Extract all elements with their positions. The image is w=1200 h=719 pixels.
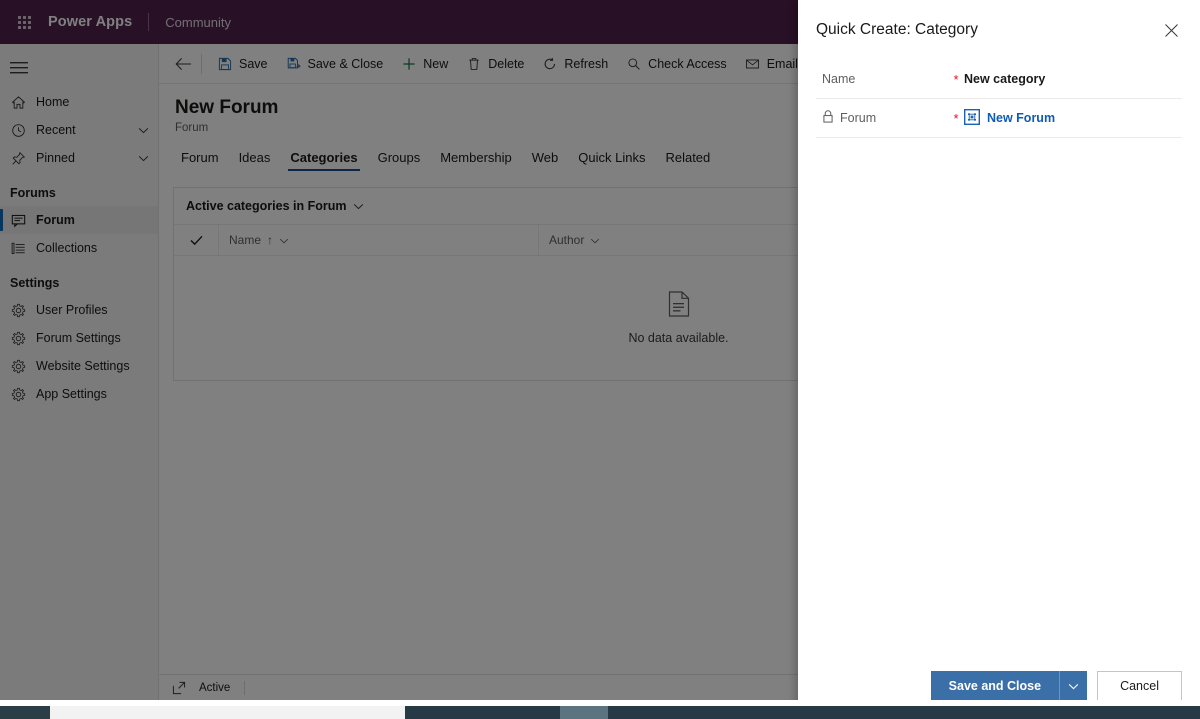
- save-options-dropdown-button[interactable]: [1059, 671, 1088, 701]
- taskbar-segment[interactable]: [0, 706, 50, 719]
- cancel-button[interactable]: Cancel: [1097, 671, 1182, 701]
- forum-entity-icon: [963, 108, 981, 128]
- required-indicator: *: [953, 71, 959, 87]
- close-icon[interactable]: [1156, 15, 1186, 45]
- forum-lookup-input[interactable]: New Forum: [963, 108, 1182, 128]
- save-and-close-split-button: Save and Close: [930, 671, 1088, 701]
- name-input[interactable]: New category: [964, 72, 1182, 86]
- quick-create-panel: Quick Create: Category Name * New catego…: [798, 0, 1200, 719]
- field-label-text: Name: [822, 72, 856, 86]
- taskbar-segment[interactable]: [608, 706, 1200, 719]
- taskbar-segment[interactable]: [560, 706, 608, 719]
- screen: Power Apps Community Home Recent Pinned …: [0, 0, 1200, 719]
- field-label-name: Name: [816, 72, 948, 86]
- field-row-forum: Forum * New Forum: [816, 99, 1182, 138]
- field-row-name: Name * New category: [816, 60, 1182, 99]
- modal-overlay[interactable]: [0, 0, 798, 700]
- quick-create-header: Quick Create: Category: [798, 0, 1200, 60]
- taskbar: [0, 700, 1200, 719]
- quick-create-fields: Name * New category Forum * New Forum: [798, 60, 1200, 671]
- lock-icon: [822, 110, 834, 126]
- taskbar-segment[interactable]: [50, 706, 405, 719]
- field-label-forum: Forum: [816, 110, 948, 126]
- forum-lookup-value[interactable]: New Forum: [987, 111, 1055, 125]
- save-and-close-button[interactable]: Save and Close: [930, 671, 1060, 701]
- taskbar-segment[interactable]: [405, 706, 560, 719]
- quick-create-title: Quick Create: Category: [816, 21, 978, 38]
- required-indicator: *: [953, 110, 959, 126]
- field-label-text: Forum: [840, 111, 877, 125]
